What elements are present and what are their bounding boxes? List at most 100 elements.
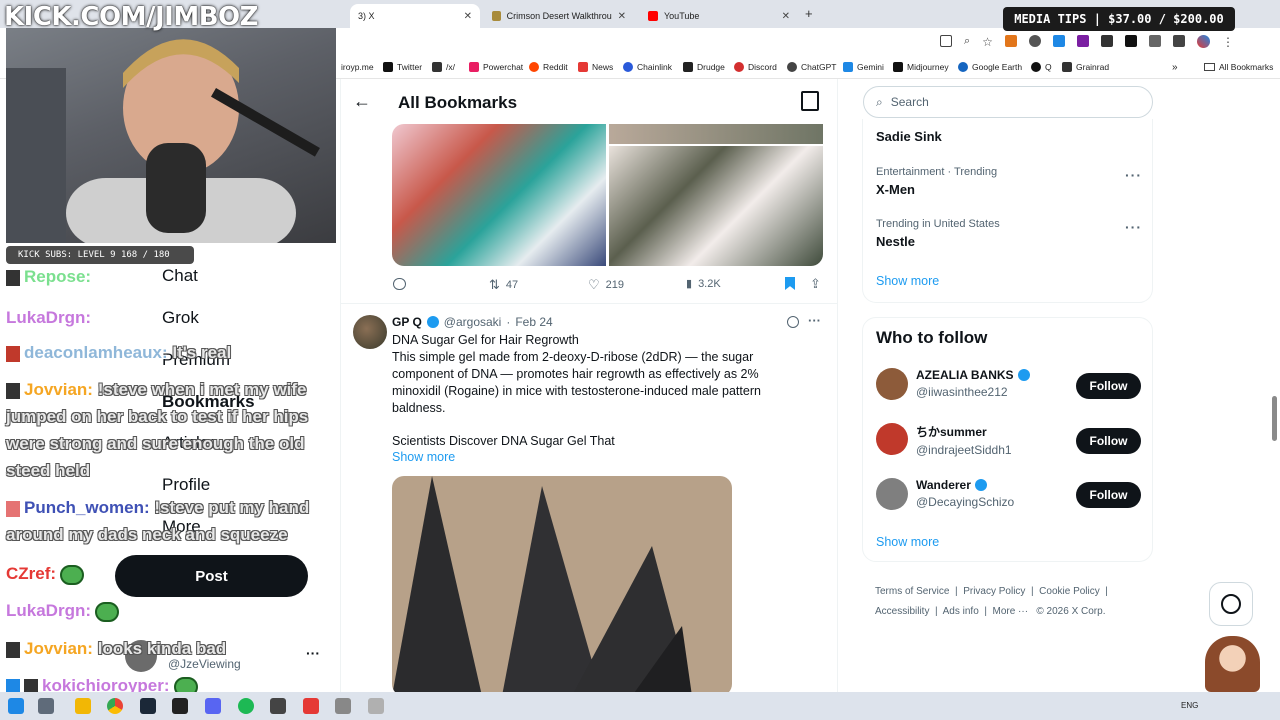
nav-profile[interactable]: Profile xyxy=(128,475,210,495)
user-avatar[interactable] xyxy=(876,368,908,400)
tweet-author-avatar[interactable] xyxy=(353,315,387,349)
app-icon[interactable] xyxy=(368,698,384,714)
bookmarks-overflow-icon[interactable]: » xyxy=(1172,60,1178,74)
footer-link[interactable]: Ads info xyxy=(943,606,979,617)
close-tab-icon[interactable]: ✕ xyxy=(782,11,790,22)
follow-button[interactable]: Follow xyxy=(1076,373,1141,399)
terminal-icon[interactable] xyxy=(172,698,188,714)
bookmark-item[interactable]: News xyxy=(578,60,613,74)
all-bookmarks-folder[interactable]: All Bookmarks xyxy=(1204,60,1273,74)
app-icon[interactable] xyxy=(270,698,286,714)
extension-icon[interactable] xyxy=(1100,35,1113,47)
bookmark-item[interactable]: Gemini xyxy=(843,60,884,74)
trend-more-icon[interactable]: ··· xyxy=(1125,219,1142,235)
follow-show-more-link[interactable]: Show more xyxy=(876,535,939,549)
bookmark-item[interactable]: Drudge xyxy=(683,60,725,74)
bookmark-item[interactable]: Q xyxy=(1031,60,1052,74)
bookmark-item[interactable]: Chainlink xyxy=(623,60,672,74)
share-button[interactable]: ⇪ xyxy=(810,276,821,292)
bookmark-item[interactable]: Google Earth xyxy=(958,60,1022,74)
discord-icon[interactable] xyxy=(205,698,221,714)
new-tab-button[interactable]: + xyxy=(805,6,813,21)
task-view-icon[interactable] xyxy=(38,698,54,714)
trend-item[interactable]: Entertainment · Trending X-Men xyxy=(876,166,997,197)
bookmark-item[interactable]: iroyp.me xyxy=(341,60,374,74)
footer-link[interactable]: Privacy Policy xyxy=(963,586,1025,597)
post-button[interactable]: Post xyxy=(115,555,308,597)
reply-button[interactable] xyxy=(393,278,412,290)
bookmark-toggle[interactable] xyxy=(785,277,795,290)
trends-show-more-link[interactable]: Show more xyxy=(876,274,939,288)
bookmark-item[interactable]: Reddit xyxy=(529,60,568,74)
tweet-image[interactable] xyxy=(609,124,823,144)
trend-item[interactable]: Sadie Sink xyxy=(876,129,942,144)
user-avatar[interactable] xyxy=(876,478,908,510)
bookmark-item[interactable]: Twitter xyxy=(383,60,422,74)
show-more-link[interactable]: Show more xyxy=(392,450,455,464)
add-bookmark-folder-icon[interactable] xyxy=(801,91,819,111)
app-icon[interactable] xyxy=(303,698,319,714)
account-menu-icon[interactable]: ··· xyxy=(306,645,320,661)
tweet-image[interactable] xyxy=(392,124,606,266)
repost-button[interactable]: ⇅ 47 xyxy=(489,277,518,293)
tweet-more-icon[interactable]: ··· xyxy=(808,313,821,328)
suggested-user[interactable]: AZEALIA BANKS @iiwasinthee212 xyxy=(916,368,1030,399)
bookmark-item[interactable]: Grainrad xyxy=(1062,60,1109,74)
close-tab-icon[interactable]: ✕ xyxy=(464,11,472,22)
trend-more-icon[interactable]: ··· xyxy=(1125,167,1142,183)
file-explorer-icon[interactable] xyxy=(75,698,91,714)
windows-start-icon[interactable] xyxy=(8,698,24,714)
screenshot-icon[interactable] xyxy=(940,35,952,47)
grok-floating-button[interactable] xyxy=(1209,582,1253,626)
footer-link[interactable]: Terms of Service xyxy=(875,586,949,597)
star-icon[interactable]: ☆ xyxy=(982,35,993,49)
tweet-author-handle[interactable]: @argosaki xyxy=(444,315,502,329)
views-button[interactable]: ▮ 3.2K xyxy=(686,277,721,291)
sidebar-icon[interactable] xyxy=(1172,35,1185,47)
bookmark-item[interactable]: ChatGPT xyxy=(787,60,836,74)
extension-icon[interactable] xyxy=(1076,35,1089,47)
bookmark-item[interactable]: /x/ xyxy=(432,60,455,74)
bookmark-item[interactable]: Midjourney xyxy=(893,60,949,74)
suggested-user[interactable]: Wanderer @DecayingSchizo xyxy=(916,478,1014,509)
close-tab-icon[interactable]: ✕ xyxy=(618,11,626,22)
metamask-icon[interactable] xyxy=(1004,35,1017,47)
nav-grok[interactable]: Grok xyxy=(128,308,199,328)
tweet-image[interactable] xyxy=(392,476,732,692)
kick-channel-title: KICK.COM/JIMBOZ xyxy=(4,2,258,32)
footer-link[interactable]: Cookie Policy xyxy=(1039,586,1100,597)
follow-button[interactable]: Follow xyxy=(1076,428,1141,454)
spotify-icon[interactable] xyxy=(238,698,254,714)
bookmark-item[interactable]: Powerchat xyxy=(469,60,523,74)
user-avatar[interactable] xyxy=(876,423,908,455)
language-indicator[interactable]: ENG xyxy=(1181,701,1198,710)
tweet-author-name[interactable]: GP Q xyxy=(392,315,422,329)
x-extension-icon[interactable] xyxy=(1124,35,1137,47)
tab-crimson-desert[interactable]: Crimson Desert Walkthrough & ... ✕ xyxy=(484,4,634,28)
suggested-user[interactable]: ちかsummer @indrajeetSiddh1 xyxy=(916,423,1012,457)
extension-icon[interactable] xyxy=(1052,35,1065,47)
steam-icon[interactable] xyxy=(140,698,156,714)
tweet-image[interactable] xyxy=(609,146,823,266)
shield-icon[interactable] xyxy=(1028,35,1041,47)
tweet-date[interactable]: Feb 24 xyxy=(515,315,552,329)
grok-explain-icon[interactable] xyxy=(787,316,799,328)
follow-button[interactable]: Follow xyxy=(1076,482,1141,508)
chrome-icon[interactable] xyxy=(107,698,123,714)
tab-youtube[interactable]: YouTube ✕ xyxy=(640,4,798,28)
like-button[interactable]: ♡ 219 xyxy=(588,277,624,293)
bookmark-item[interactable]: Discord xyxy=(734,60,777,74)
back-arrow-icon[interactable]: ← xyxy=(353,91,371,112)
app-icon[interactable] xyxy=(335,698,351,714)
nav-chat[interactable]: Chat xyxy=(128,266,198,286)
trend-item[interactable]: Trending in United States Nestle xyxy=(876,218,1000,249)
page-scrollbar[interactable] xyxy=(1272,396,1277,441)
puzzle-icon[interactable] xyxy=(1148,35,1161,47)
tab-x[interactable]: 3) X ✕ xyxy=(350,4,480,28)
profile-avatar-icon[interactable] xyxy=(1196,35,1210,48)
search-input[interactable]: ⌕ Search xyxy=(863,86,1153,118)
zoom-icon[interactable]: ⌕ xyxy=(964,35,970,49)
footer-link[interactable]: Accessibility xyxy=(875,606,929,617)
footer-link[interactable]: More ··· xyxy=(993,606,1029,617)
menu-icon[interactable]: ⋮ xyxy=(1222,35,1234,49)
